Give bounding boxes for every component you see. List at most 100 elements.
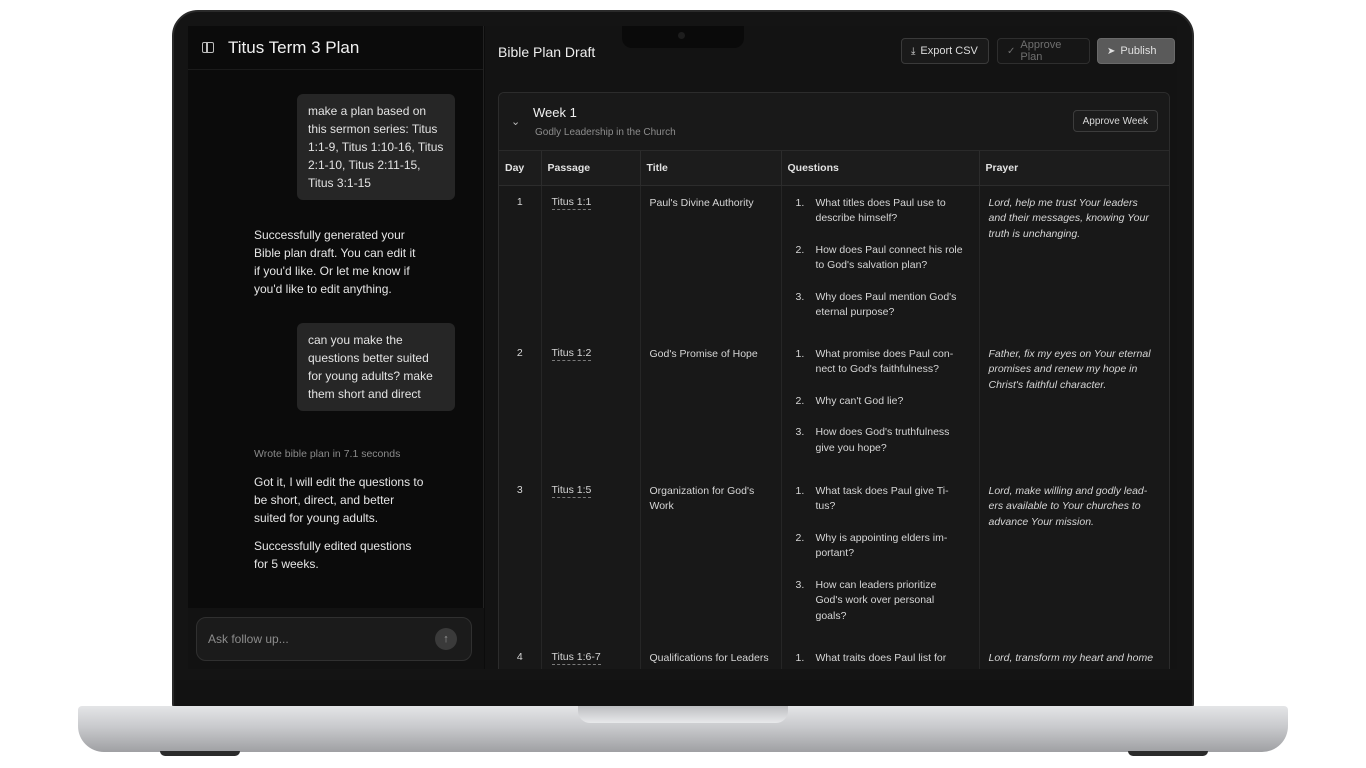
passage-link[interactable]: Titus 1:6-7 [551,650,601,665]
question-number: 1. [795,651,805,664]
plan-pane: Bible Plan Draft ⤓ Export CSV ✓ Approve … [485,26,1177,669]
plan-table: Day Passage Title Questions Prayer 1 Tit… [499,151,1169,670]
questions-list: 1. What promise does Paul con-nect to God… [782,347,979,457]
question-item[interactable]: 1. What traits does Paul list for [796,651,965,667]
question-number: 1. [795,484,805,497]
assistant-message: Got it, I will edit the questions to be … [254,475,424,525]
check-icon: ✓ [1007,45,1016,57]
passage-cell[interactable]: Titus 1:6-7 [541,640,641,669]
laptop-base-notch [578,706,788,723]
questions-cell[interactable]: 1. What promise does Paul con-nect to God… [781,336,980,474]
laptop-foot [1128,751,1208,756]
screen: Titus Term 3 Plan make a plan based on t… [188,26,1177,669]
question-text: Why does Paul mention God's eternal purp… [815,290,957,319]
export-csv-button[interactable]: ⤓ Export CSV [901,38,989,64]
publish-label: Publish [1120,45,1157,57]
question-number: 2. [795,243,805,256]
questions-cell[interactable]: 1. What task does Paul give Ti-tus? 2. Why… [781,473,980,641]
question-item[interactable]: 1. What promise does Paul con-nect to God… [796,347,965,378]
download-icon: ⤓ [911,45,916,57]
column-header-day: Day [499,151,542,186]
passage-cell[interactable]: Titus 1:1 [541,185,641,337]
approve-plan-button[interactable]: ✓ Approve Plan [997,38,1090,64]
question-item[interactable]: 3. How does God's truthfulness give you h… [796,425,965,456]
sidebar-toggle-icon[interactable] [202,42,214,53]
passage-cell[interactable]: Titus 1:5 [541,473,641,641]
question-item[interactable]: 3. How can leaders prioritize God's work … [796,578,965,625]
plan-title: Bible Plan Draft [498,44,596,60]
camera-icon [678,32,685,39]
day-cell: 1 [499,185,542,337]
questions-list: 1. What traits does Paul list for [782,651,979,667]
question-text: How does God's truthfulness give you hop… [815,426,950,454]
laptop-foot [160,751,240,756]
table-row: 1 Titus 1:1 Paul's Divine Authority 1. Wh… [499,185,1169,337]
prayer-cell[interactable]: Lord, help me trust Your leaders and the… [979,185,1169,337]
questions-list: 1. What task does Paul give Ti-tus? 2. Why… [782,484,979,625]
passage-link[interactable]: Titus 1:2 [551,346,592,361]
question-text: How can leaders prioritize God's work ov… [815,578,937,622]
question-item[interactable]: 3. Why does Paul mention God's eternal pu… [796,290,965,321]
table-row: 3 Titus 1:5 Organization for God's Work … [499,473,1169,641]
chevron-down-icon[interactable]: ⌄ [511,115,520,128]
question-item[interactable]: 1. What task does Paul give Ti-tus? [796,484,965,515]
questions-cell[interactable]: 1. What titles does Paul use to describe … [781,185,980,337]
table-row: 4 Titus 1:6-7 Qualifications for Leaders… [499,640,1169,670]
question-number: 1. [795,347,805,360]
question-item[interactable]: 2. Why is appointing elders im-portant? [796,531,965,562]
approve-plan-label: Approve Plan [1020,39,1062,63]
title-cell[interactable]: Organization for God's Work [640,473,782,641]
prayer-cell[interactable]: Lord, make willing and godly lead-ers av… [979,474,1169,641]
question-text: What traits does Paul list for [815,651,947,664]
export-csv-label: Export CSV [920,45,978,57]
column-header-passage: Passage [541,151,641,186]
question-number: 3. [795,290,805,303]
week-card: ⌄ Week 1 Godly Leadership in the Church … [498,92,1170,669]
assistant-message: Successfully edited questions for 5 week… [254,539,412,571]
question-item[interactable]: 1. What titles does Paul use to describe … [796,196,965,227]
table-header-row: Day Passage Title Questions Prayer [499,151,1169,186]
publish-button[interactable]: ➤ Publish [1097,38,1175,64]
approve-week-button[interactable]: Approve Week [1072,110,1158,132]
laptop-bezel [176,680,1190,708]
question-number: 1. [795,196,805,209]
question-item[interactable]: 2. How does Paul connect his role to God'… [796,243,965,274]
send-icon: ➤ [1107,45,1116,57]
send-button[interactable]: ↑ [435,628,457,650]
prayer-cell[interactable]: Father, fix my eyes on Your eternal prom… [979,337,1169,474]
question-number: 2. [795,394,805,407]
question-number: 3. [795,426,805,438]
follow-up-input[interactable] [208,632,423,646]
week-title: Week 1 [533,105,577,120]
question-text: Why can't God lie? [815,394,904,407]
chat-title: Titus Term 3 Plan [228,37,360,57]
assistant-message: Successfully generated your Bible plan d… [254,228,416,296]
status-message: Wrote bible plan in 7.1 seconds [254,448,401,460]
week-subtitle: Godly Leadership in the Church [535,127,676,138]
question-text: How does Paul connect his role to God's … [815,243,963,272]
day-cell: 4 [499,640,542,669]
title-cell[interactable]: God's Promise of Hope [640,336,782,474]
week-header: ⌄ Week 1 Godly Leadership in the Church … [499,93,1169,151]
composer: ↑ [196,617,472,661]
title-cell[interactable]: Paul's Divine Authority [640,185,782,337]
question-text: Why is appointing elders im-portant? [815,531,948,560]
passage-link[interactable]: Titus 1:1 [551,195,592,210]
question-item[interactable]: 2. Why can't God lie? [796,394,965,410]
user-message: make a plan based on this sermon series:… [297,94,455,200]
passage-link[interactable]: Titus 1:5 [551,483,592,498]
question-number: 3. [795,578,805,591]
passage-cell[interactable]: Titus 1:2 [541,336,641,474]
arrow-up-icon: ↑ [443,633,449,645]
question-text: What promise does Paul con-nect to God's… [815,347,954,376]
title-cell[interactable]: Qualifications for Leaders [640,640,782,669]
question-text: What titles does Paul use to describe hi… [815,196,946,225]
prayer-cell[interactable]: Lord, transform my heart and home [979,641,1169,670]
questions-cell[interactable]: 1. What traits does Paul list for [781,640,980,669]
day-cell: 3 [499,473,542,641]
day-cell: 2 [499,336,542,474]
question-number: 2. [795,531,805,544]
question-text: What task does Paul give Ti-tus? [815,484,949,513]
column-header-questions: Questions [781,151,980,186]
column-header-title: Title [640,151,782,186]
